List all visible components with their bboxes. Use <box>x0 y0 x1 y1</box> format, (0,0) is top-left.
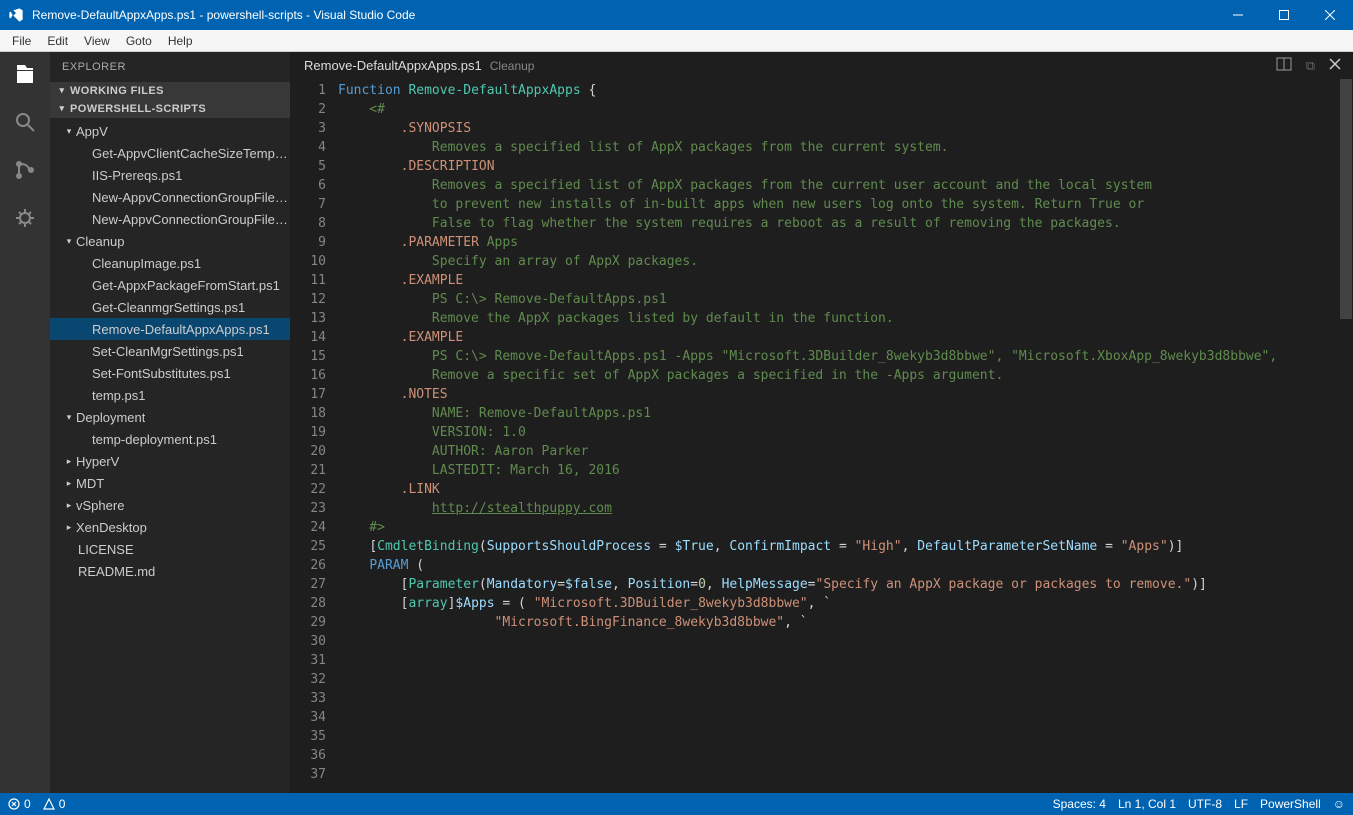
tree-item-label: Remove-DefaultAppxApps.ps1 <box>92 322 270 337</box>
file-item[interactable]: Set-FontSubstitutes.ps1 <box>50 362 290 384</box>
chevron-down-icon: ▾ <box>64 236 74 247</box>
chevron-down-icon: ▾ <box>64 412 74 423</box>
file-item[interactable]: CleanupImage.ps1 <box>50 252 290 274</box>
file-tree: ▾AppVGet-AppvClientCacheSizeTemp…IIS-Pre… <box>50 118 290 582</box>
tree-item-label: README.md <box>78 564 155 579</box>
explorer-title: EXPLORER <box>50 52 290 82</box>
tree-item-label: Deployment <box>76 410 145 425</box>
activity-bar <box>0 52 50 793</box>
window-controls <box>1215 0 1353 30</box>
maximize-button[interactable] <box>1261 0 1307 30</box>
file-item[interactable]: Set-CleanMgrSettings.ps1 <box>50 340 290 362</box>
file-item[interactable]: Get-AppvClientCacheSizeTemp… <box>50 142 290 164</box>
editor-tabs: Remove-DefaultAppxApps.ps1 Cleanup ⧉ <box>290 52 1353 79</box>
minimize-button[interactable] <box>1215 0 1261 30</box>
close-editor-icon[interactable] <box>1329 58 1341 73</box>
tree-item-label: New-AppvConnectionGroupFile… <box>92 190 288 205</box>
split-editor-icon[interactable] <box>1276 56 1292 75</box>
folder-item[interactable]: ▸HyperV <box>50 450 290 472</box>
file-item[interactable]: New-AppvConnectionGroupFile… <box>50 186 290 208</box>
indent-status[interactable]: Spaces: 4 <box>1053 797 1106 811</box>
tree-item-label: temp.ps1 <box>92 388 145 403</box>
cursor-position[interactable]: Ln 1, Col 1 <box>1118 797 1176 811</box>
title-bar: Remove-DefaultAppxApps.ps1 - powershell-… <box>0 0 1353 30</box>
working-files-header[interactable]: ▾WORKING FILES <box>50 82 290 100</box>
more-icon[interactable]: ⧉ <box>1306 58 1315 74</box>
encoding-status[interactable]: UTF-8 <box>1188 797 1222 811</box>
tree-item-label: Set-CleanMgrSettings.ps1 <box>92 344 244 359</box>
tree-item-label: MDT <box>76 476 104 491</box>
folder-item[interactable]: ▸XenDesktop <box>50 516 290 538</box>
editor-area: Remove-DefaultAppxApps.ps1 Cleanup ⧉ 123… <box>290 52 1353 793</box>
tree-item-label: vSphere <box>76 498 124 513</box>
file-item[interactable]: temp-deployment.ps1 <box>50 428 290 450</box>
file-item[interactable]: Get-CleanmgrSettings.ps1 <box>50 296 290 318</box>
chevron-right-icon: ▸ <box>64 478 74 489</box>
chevron-right-icon: ▸ <box>64 500 74 511</box>
tab-filename[interactable]: Remove-DefaultAppxApps.ps1 <box>304 58 482 73</box>
sidebar: EXPLORER ▾WORKING FILES ▾POWERSHELL-SCRI… <box>50 52 290 793</box>
chevron-down-icon: ▾ <box>64 126 74 137</box>
menu-goto[interactable]: Goto <box>118 32 160 50</box>
debug-icon[interactable] <box>13 206 37 230</box>
menu-edit[interactable]: Edit <box>39 32 76 50</box>
file-item[interactable]: Get-AppxPackageFromStart.ps1 <box>50 274 290 296</box>
menu-help[interactable]: Help <box>160 32 201 50</box>
file-item[interactable]: IIS-Prereqs.ps1 <box>50 164 290 186</box>
main-area: EXPLORER ▾WORKING FILES ▾POWERSHELL-SCRI… <box>0 52 1353 793</box>
project-header[interactable]: ▾POWERSHELL-SCRIPTS <box>50 100 290 118</box>
file-item[interactable]: Remove-DefaultAppxApps.ps1 <box>50 318 290 340</box>
folder-item[interactable]: ▸MDT <box>50 472 290 494</box>
status-bar: 0 0 Spaces: 4 Ln 1, Col 1 UTF-8 LF Power… <box>0 793 1353 815</box>
chevron-right-icon: ▸ <box>64 456 74 467</box>
tree-item-label: AppV <box>76 124 108 139</box>
feedback-icon[interactable]: ☺ <box>1333 797 1345 811</box>
folder-item[interactable]: ▾Cleanup <box>50 230 290 252</box>
tree-item-label: New-AppvConnectionGroupFile… <box>92 212 288 227</box>
folder-item[interactable]: ▸vSphere <box>50 494 290 516</box>
tree-item-label: IIS-Prereqs.ps1 <box>92 168 182 183</box>
tree-item-label: Get-AppxPackageFromStart.ps1 <box>92 278 280 293</box>
tree-item-label: Set-FontSubstitutes.ps1 <box>92 366 231 381</box>
folder-item[interactable]: ▾Deployment <box>50 406 290 428</box>
eol-status[interactable]: LF <box>1234 797 1248 811</box>
explorer-icon[interactable] <box>13 62 37 86</box>
menu-view[interactable]: View <box>76 32 118 50</box>
menu-file[interactable]: File <box>4 32 39 50</box>
tree-item-label: LICENSE <box>78 542 134 557</box>
file-item[interactable]: New-AppvConnectionGroupFile… <box>50 208 290 230</box>
code-content[interactable]: Function Remove-DefaultAppxApps { <# .SY… <box>338 79 1353 793</box>
tree-item-label: XenDesktop <box>76 520 147 535</box>
tree-item-label: Get-CleanmgrSettings.ps1 <box>92 300 245 315</box>
file-item[interactable]: temp.ps1 <box>50 384 290 406</box>
language-status[interactable]: PowerShell <box>1260 797 1321 811</box>
code-editor[interactable]: 1234567891011121314151617181920212223242… <box>290 79 1353 793</box>
errors-count[interactable]: 0 <box>8 797 31 811</box>
close-button[interactable] <box>1307 0 1353 30</box>
search-icon[interactable] <box>13 110 37 134</box>
folder-item[interactable]: ▾AppV <box>50 120 290 142</box>
line-numbers: 1234567891011121314151617181920212223242… <box>290 79 338 793</box>
tree-item-label: temp-deployment.ps1 <box>92 432 217 447</box>
warnings-count[interactable]: 0 <box>43 797 66 811</box>
window-title: Remove-DefaultAppxApps.ps1 - powershell-… <box>32 8 1215 22</box>
git-icon[interactable] <box>13 158 37 182</box>
tree-item-label: Cleanup <box>76 234 124 249</box>
file-item[interactable]: LICENSE <box>50 538 290 560</box>
chevron-right-icon: ▸ <box>64 522 74 533</box>
tree-item-label: HyperV <box>76 454 119 469</box>
menu-bar: File Edit View Goto Help <box>0 30 1353 52</box>
tree-item-label: Get-AppvClientCacheSizeTemp… <box>92 146 288 161</box>
tab-group: Cleanup <box>490 59 535 73</box>
file-item[interactable]: README.md <box>50 560 290 582</box>
vscode-icon <box>8 7 24 23</box>
tree-item-label: CleanupImage.ps1 <box>92 256 201 271</box>
